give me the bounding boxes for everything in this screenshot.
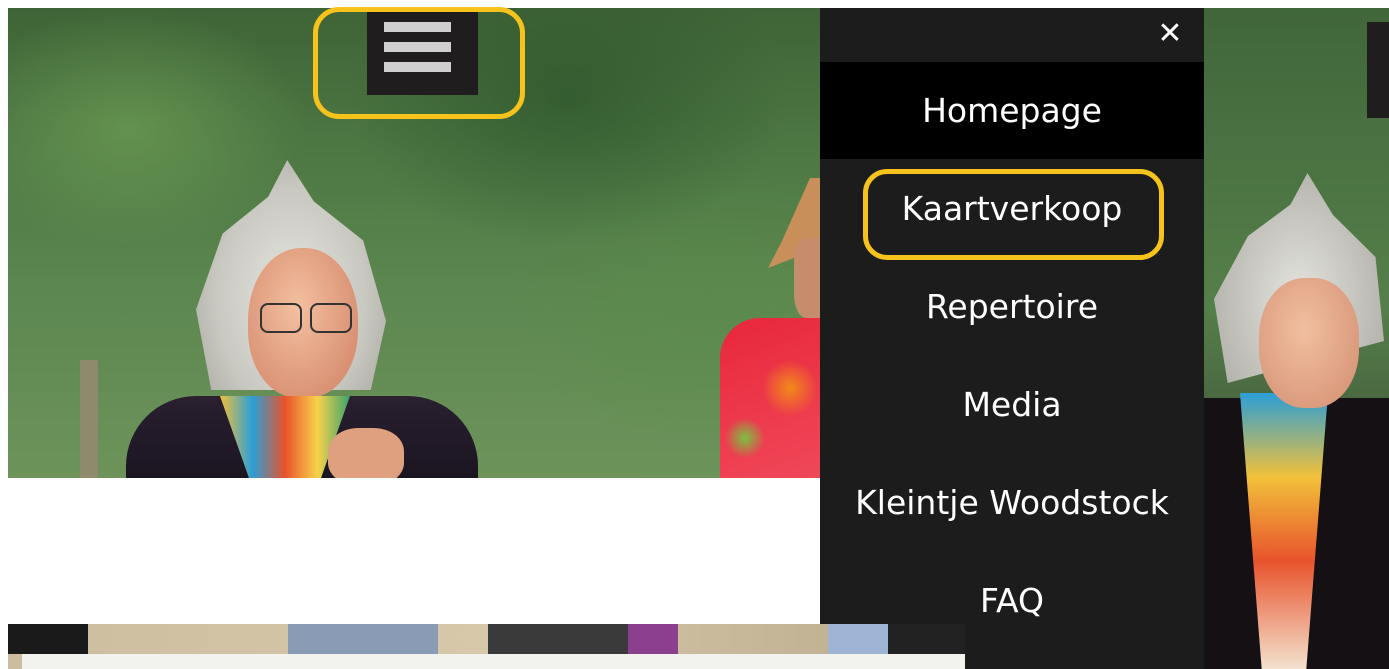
photo-figure [628,624,678,654]
photo-figure [888,624,965,654]
navigation-menu: ✕ Homepage Kaartverkoop Repertoire Media… [820,8,1204,669]
person-glasses [260,303,352,333]
menu-item-homepage[interactable]: Homepage [820,62,1204,159]
person-face [1259,278,1359,408]
highlight-annotation-menu-toggle [313,7,525,119]
photo-figure [488,624,628,654]
second-person-face [794,238,820,318]
menu-item-media[interactable]: Media [820,356,1204,453]
menu-item-kleintje-woodstock[interactable]: Kleintje Woodstock [820,454,1204,551]
second-person-shirt [720,318,820,478]
photo-figure [8,624,88,654]
background-photo-right [1204,8,1389,669]
close-icon[interactable]: ✕ [1152,16,1188,52]
photo-figure [828,624,888,654]
photo-fade [22,654,965,669]
highlight-annotation-kaartverkoop [863,169,1164,260]
partial-menu-button [1367,22,1389,118]
menu-item-repertoire[interactable]: Repertoire [820,258,1204,355]
fence-post [80,360,98,478]
person-hand [328,428,404,478]
menu-header: ✕ [820,8,1204,62]
bottom-photo [8,624,965,669]
photo-figure [288,624,438,654]
